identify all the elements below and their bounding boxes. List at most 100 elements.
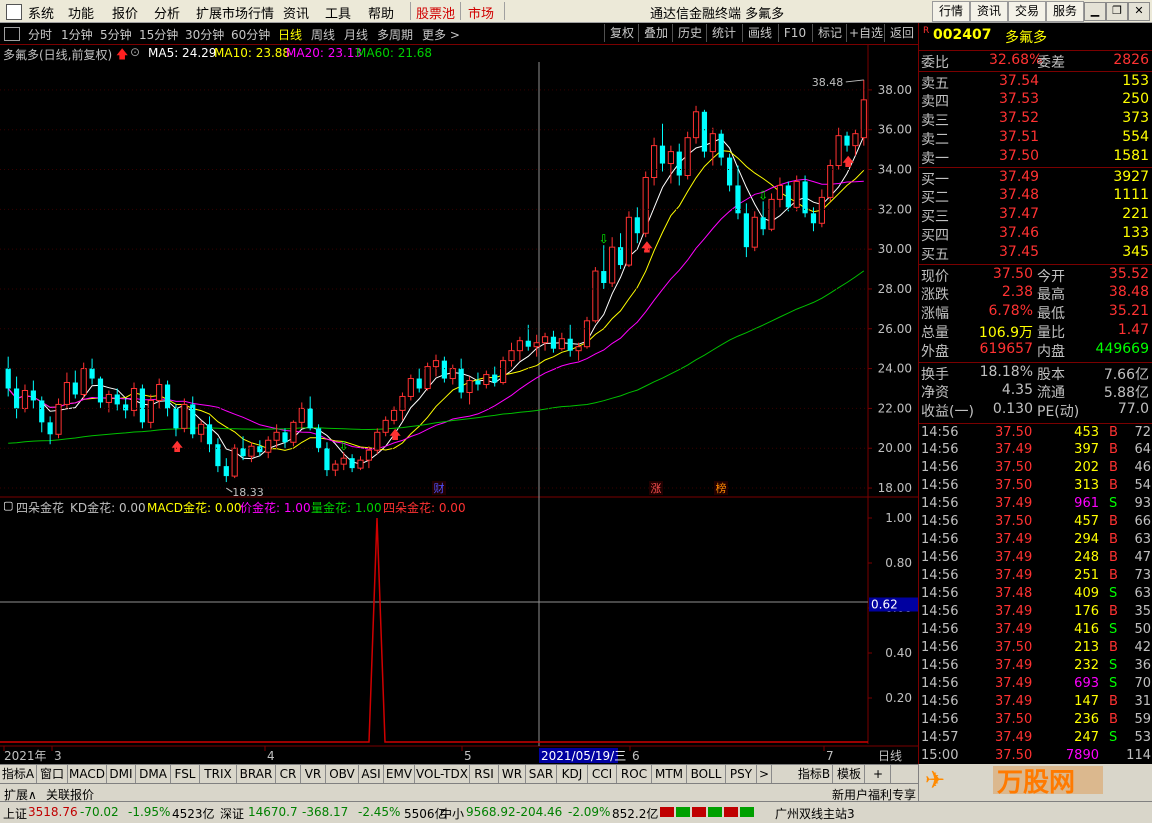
menu-item-function[interactable]: 功能: [68, 3, 94, 22]
top-button-info[interactable]: 资讯: [970, 1, 1008, 22]
toolbar-restore-rights[interactable]: 复权: [604, 24, 639, 42]
indicator-tab-roc[interactable]: ROC: [617, 765, 652, 783]
indicator-tab-macd[interactable]: MACD: [68, 765, 107, 783]
bid-row: 买三 37.47 221: [919, 205, 1152, 225]
indicator-tick-label: 0.40: [885, 646, 912, 660]
tick-count: 42: [1134, 640, 1151, 655]
menu-item-ext-market[interactable]: 扩展市场行情: [196, 3, 274, 22]
indicator-tab-boll[interactable]: BOLL: [687, 765, 726, 783]
toolbar-statistics[interactable]: 统计: [706, 24, 741, 42]
toolbar-add-watchlist[interactable]: +自选: [846, 24, 885, 42]
minimize-icon[interactable]: ▁: [1084, 2, 1106, 21]
top-button-quote[interactable]: 行情: [932, 1, 970, 22]
tick-time: 14:56: [921, 604, 959, 619]
candle-body: [173, 408, 179, 429]
indicator-tab-brar[interactable]: BRAR: [237, 765, 276, 783]
sell-signal-icon: ⇩: [758, 188, 768, 202]
menu-item-tools[interactable]: 工具: [325, 3, 351, 22]
indicator-tab-fsl[interactable]: FSL: [171, 765, 200, 783]
toolbar-f10[interactable]: F10: [778, 24, 811, 42]
date-tick-label: 6: [632, 749, 640, 763]
indicator-tab-dmi[interactable]: DMI: [107, 765, 136, 783]
indicator-tab-vr[interactable]: VR: [301, 765, 326, 783]
weicha-label: 委差: [1037, 55, 1065, 71]
sme-index-pct: -2.09%: [568, 805, 611, 819]
toolbar-history[interactable]: 历史: [672, 24, 707, 42]
menu-item-stock-pool[interactable]: 股票池: [416, 3, 455, 22]
menu-item-market[interactable]: 市场: [468, 3, 494, 22]
kline-chart[interactable]: 38.4818.33🡅🡅🡅🡅⇩⇩⇩财涨榜 38.0036.0034.0032.0…: [0, 44, 918, 764]
stat-value: 6.78%: [988, 303, 1033, 319]
indicator-tab-vol-tdx[interactable]: VOL-TDX: [415, 765, 470, 783]
menu-item-quote[interactable]: 报价: [112, 3, 138, 22]
indicator-toggle-icon[interactable]: ▢: [3, 499, 13, 512]
indicator-tab-kdj[interactable]: KDJ: [557, 765, 588, 783]
indicator-tab-sar[interactable]: SAR: [526, 765, 557, 783]
sh-index-pct: -1.95%: [128, 805, 171, 819]
add-indicator-button[interactable]: +: [866, 765, 891, 783]
app-icon[interactable]: [6, 4, 22, 20]
period-tab-weekly[interactable]: 周线: [311, 26, 335, 43]
restore-icon[interactable]: ❐: [1106, 2, 1128, 21]
indicator-tab-wr[interactable]: WR: [499, 765, 526, 783]
layout-toggle-icon[interactable]: [4, 27, 20, 41]
tick-time: 14:56: [921, 568, 959, 583]
period-tab-30min[interactable]: 30分钟: [185, 26, 224, 43]
indicator-tabs-scroll-icon[interactable]: >: [757, 765, 772, 783]
template-tab[interactable]: 模板: [834, 765, 865, 783]
indicator-current-value: 0.62: [871, 598, 898, 612]
indicator-tab-dma[interactable]: DMA: [136, 765, 171, 783]
indicator-tab-rsi[interactable]: RSI: [470, 765, 499, 783]
ask-price: 37.54: [999, 73, 1040, 89]
bid-price: 37.48: [999, 187, 1040, 203]
server-name[interactable]: 广州双线主站3: [775, 805, 855, 822]
indicator-tab-psy[interactable]: PSY: [726, 765, 757, 783]
period-tab-multi[interactable]: 多周期: [377, 26, 413, 43]
indicator-tab-asi[interactable]: ASI: [359, 765, 384, 783]
stat-value: 77.0: [1117, 401, 1149, 417]
tick-row: 14:57 37.49 247 S 53: [919, 729, 1152, 747]
indicator-tab-mtm[interactable]: MTM: [652, 765, 687, 783]
top-button-trade[interactable]: 交易: [1008, 1, 1046, 22]
menu-item-system[interactable]: 系统: [28, 3, 54, 22]
sell-signal-icon: ⇩: [339, 439, 349, 453]
tick-side: B: [1109, 478, 1118, 493]
menu-item-analysis[interactable]: 分析: [154, 3, 180, 22]
toolbar-back[interactable]: 返回: [884, 24, 919, 42]
period-tab-1min[interactable]: 1分钟: [61, 26, 93, 43]
top-button-service[interactable]: 服务: [1046, 1, 1084, 22]
sme-index-label[interactable]: 中小: [440, 805, 464, 822]
toolbar-mark[interactable]: 标记: [812, 24, 847, 42]
sz-index-label[interactable]: 深证: [220, 805, 244, 822]
toolbar-overlay[interactable]: 叠加: [638, 24, 673, 42]
ask-price: 37.51: [999, 129, 1040, 145]
period-tab-timeshare[interactable]: 分时: [28, 26, 52, 43]
indicator-tab-cci[interactable]: CCI: [588, 765, 617, 783]
period-tab-monthly[interactable]: 月线: [344, 26, 368, 43]
period-label: 日线: [878, 749, 902, 763]
sz-index-value: 14670.7: [248, 805, 298, 819]
indicator-tab-指标a[interactable]: 指标A: [0, 765, 37, 783]
period-tab-15min[interactable]: 15分钟: [139, 26, 178, 43]
toolbar-draw-line[interactable]: 画线: [742, 24, 777, 42]
indicator-b-tab[interactable]: 指标B: [796, 765, 833, 783]
period-tab-daily[interactable]: 日线: [278, 26, 302, 43]
period-tab-more[interactable]: 更多 >: [422, 26, 460, 43]
bid-level-label: 买三: [921, 209, 949, 225]
indicator-tab-trix[interactable]: TRIX: [200, 765, 237, 783]
period-tab-60min[interactable]: 60分钟: [231, 26, 270, 43]
close-icon[interactable]: ✕: [1128, 2, 1150, 21]
ask-level-label: 卖二: [921, 132, 949, 148]
menu-item-info[interactable]: 资讯: [283, 3, 309, 22]
indicator-tab-cr[interactable]: CR: [276, 765, 301, 783]
stat-value: 35.21: [1108, 303, 1149, 319]
buy-signal-icon: 🡅: [641, 240, 653, 254]
indicator-tab-emv[interactable]: EMV: [384, 765, 415, 783]
candle-body: [97, 378, 104, 403]
menu-item-help[interactable]: 帮助: [368, 3, 394, 22]
period-tab-5min[interactable]: 5分钟: [100, 26, 132, 43]
sh-index-label[interactable]: 上证: [3, 805, 27, 822]
candle-body: [332, 463, 339, 471]
indicator-tab-obv[interactable]: OBV: [326, 765, 359, 783]
indicator-tab-窗口[interactable]: 窗口: [37, 765, 68, 783]
